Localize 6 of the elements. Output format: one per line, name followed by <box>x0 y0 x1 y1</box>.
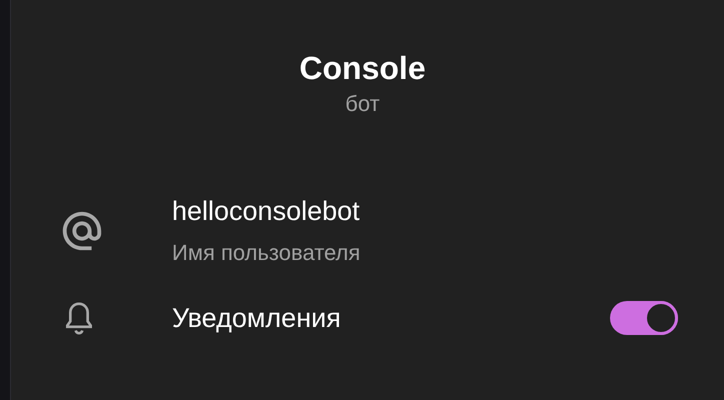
chat-subtitle: бот <box>345 90 380 118</box>
chat-title: Console <box>299 49 426 88</box>
setting-label: Уведомления <box>172 302 342 335</box>
notifications-switch[interactable] <box>610 301 678 335</box>
username-label: Имя пользователя <box>172 239 362 267</box>
username-value: helloconsolebot <box>172 195 361 228</box>
